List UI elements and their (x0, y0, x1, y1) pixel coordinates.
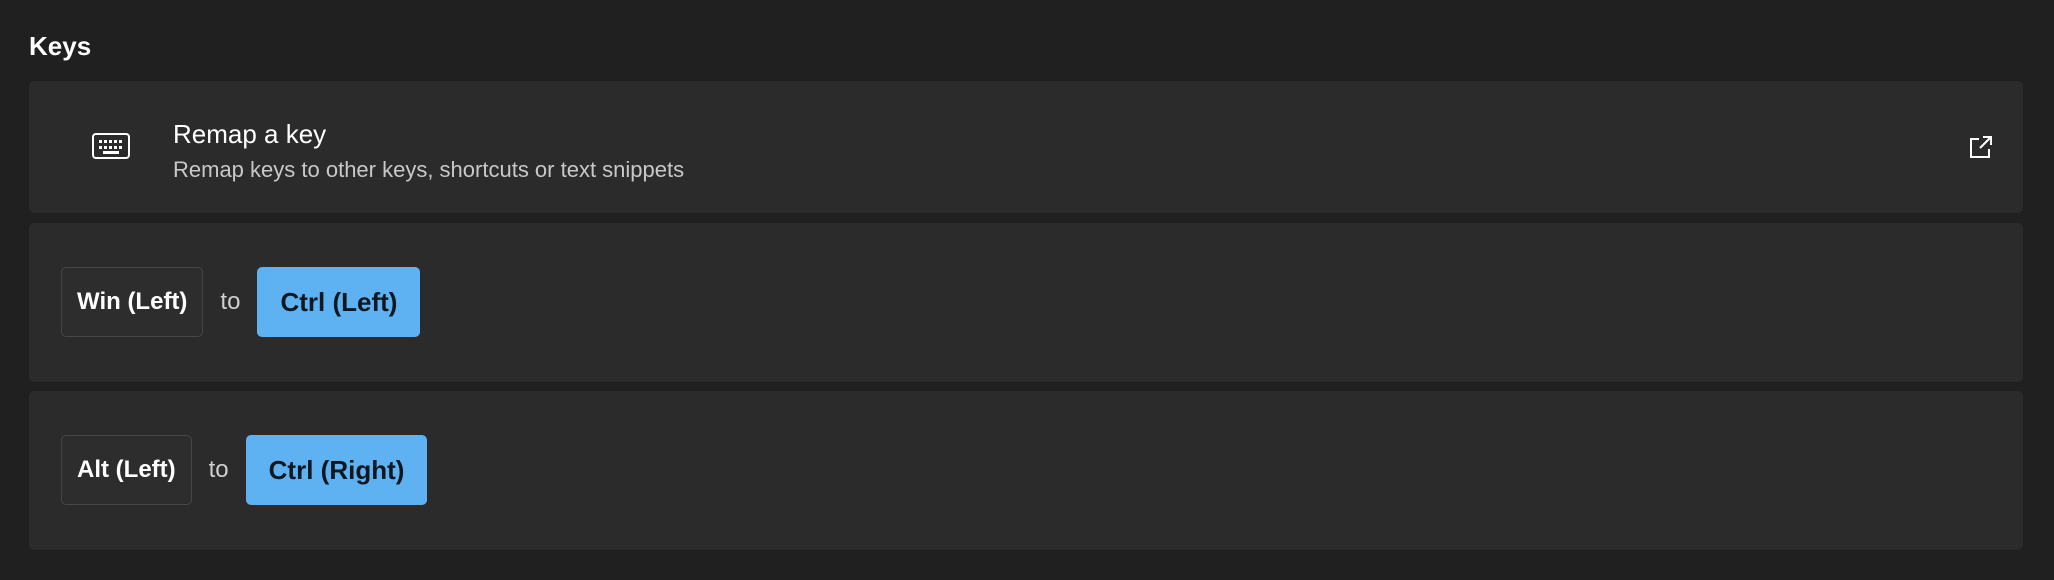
to-label: to (220, 288, 241, 315)
target-key: Ctrl (Right) (245, 435, 428, 505)
target-key: Ctrl (Left) (257, 267, 421, 337)
remap-key-card[interactable]: Remap a key Remap keys to other keys, sh… (28, 80, 2024, 214)
source-key: Win (Left) (61, 267, 204, 337)
key-mapping-row: Alt (Left) to Ctrl (Right) (28, 390, 2024, 551)
to-label: to (208, 456, 229, 483)
open-external-icon[interactable] (1967, 133, 1995, 161)
source-key: Alt (Left) (61, 435, 192, 505)
section-title: Keys (29, 31, 92, 61)
key-mapping-row: Win (Left) to Ctrl (Left) (28, 222, 2024, 383)
keyboard-icon (91, 131, 131, 161)
remap-key-description: Remap keys to other keys, shortcuts or t… (173, 157, 685, 182)
remap-key-title: Remap a key (173, 119, 327, 149)
